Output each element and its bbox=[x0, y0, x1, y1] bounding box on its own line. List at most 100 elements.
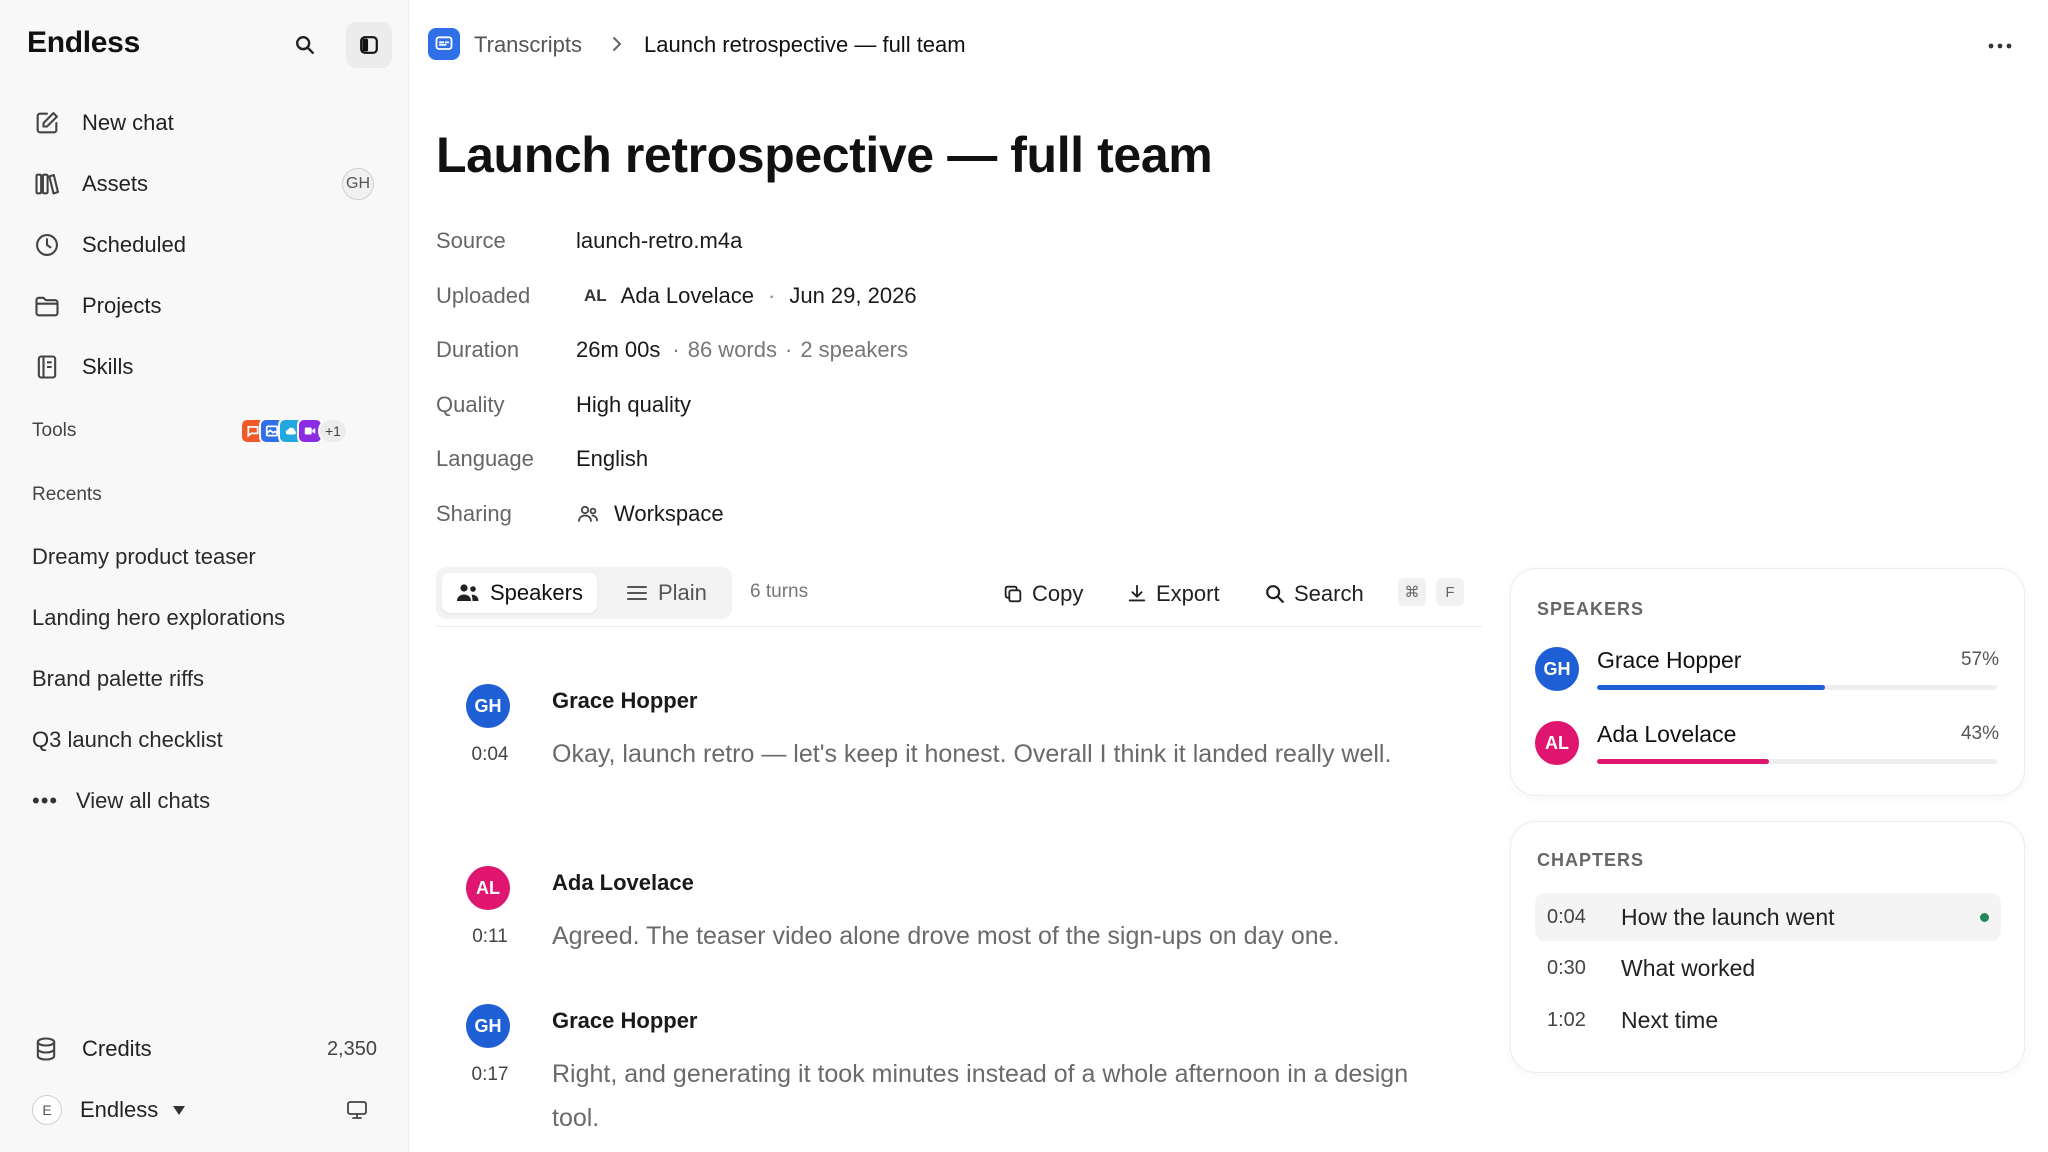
credits-label: Credits bbox=[82, 1036, 152, 1061]
transcript-metadata: Source launch-retro.m4a Uploaded AL Ada … bbox=[436, 214, 917, 541]
active-chapter-indicator bbox=[1980, 912, 1989, 922]
copy-button[interactable]: Copy bbox=[1002, 577, 1083, 611]
upload-date: Jun 29, 2026 bbox=[789, 282, 917, 308]
tab-speakers[interactable]: Speakers bbox=[442, 573, 597, 613]
sidebar-item-label: Assets bbox=[82, 170, 149, 196]
sidebar: Endless New chat Assets GH Scheduled Pro… bbox=[0, 0, 409, 1152]
turn-timestamp[interactable]: 0:17 bbox=[468, 1064, 512, 1086]
dot-separator: · bbox=[768, 282, 776, 308]
sidebar-item-projects[interactable]: Projects bbox=[18, 275, 390, 336]
credits-row[interactable]: Credits 2,350 bbox=[32, 1027, 377, 1071]
menu-lines-icon bbox=[627, 586, 647, 600]
workspace-switcher[interactable]: E Endless bbox=[32, 1088, 377, 1132]
dot-separator: · bbox=[672, 337, 680, 363]
workspace-avatar: E bbox=[32, 1095, 62, 1125]
chapter-time: 0:04 bbox=[1547, 905, 1586, 928]
tab-plain[interactable]: Plain bbox=[612, 573, 721, 613]
speaker-name: Grace Hopper bbox=[552, 1008, 698, 1033]
speaker-percent: 57% bbox=[1960, 649, 1999, 670]
dot-separator: · bbox=[785, 337, 793, 363]
ellipsis-icon: ••• bbox=[32, 787, 59, 813]
speaker-row[interactable]: GH Grace Hopper 57% bbox=[1535, 647, 1999, 699]
turn-text: Right, and generating it took minutes in… bbox=[552, 1060, 1409, 1132]
people-icon bbox=[578, 505, 598, 522]
chapter-item[interactable]: 1:02 Next time bbox=[1535, 996, 2001, 1044]
turn-timestamp[interactable]: 0:11 bbox=[468, 926, 512, 948]
search-icon bbox=[1266, 585, 1284, 603]
search-label: Search bbox=[1294, 581, 1364, 606]
more-options-button[interactable] bbox=[1982, 28, 2018, 64]
speaker-name: Grace Hopper bbox=[1597, 647, 1742, 673]
copy-icon bbox=[1004, 585, 1022, 603]
speaker-avatar: AL bbox=[1535, 721, 1579, 765]
speaker-name: Ada Lovelace bbox=[1597, 721, 1737, 747]
breadcrumb-current: Launch retrospective — full team bbox=[644, 32, 966, 57]
meta-key: Language bbox=[436, 446, 534, 472]
search-transcript-button[interactable]: Search bbox=[1264, 577, 1364, 611]
top-bar: Transcripts Launch retrospective — full … bbox=[410, 0, 2048, 88]
tools-more-count: +1 bbox=[318, 418, 348, 444]
brand-logo: Endless bbox=[27, 26, 140, 59]
search-button[interactable] bbox=[282, 22, 328, 68]
sidebar-item-new-chat[interactable]: New chat bbox=[18, 92, 390, 153]
recent-chat-item[interactable]: Q3 launch checklist bbox=[32, 709, 382, 770]
transcript-toolbar: Speakers Plain 6 turns Copy Export Searc… bbox=[436, 567, 1482, 627]
chapter-item[interactable]: 0:04 How the launch went bbox=[1535, 893, 2001, 941]
tab-label: Plain bbox=[658, 580, 707, 605]
sidebar-item-skills[interactable]: Skills bbox=[18, 336, 390, 397]
skills-icon bbox=[32, 352, 62, 382]
recent-chat-item[interactable]: Landing hero explorations bbox=[32, 587, 382, 648]
shortcut-cmd-key: ⌘ bbox=[1398, 578, 1426, 606]
chapter-item[interactable]: 0:30 What worked bbox=[1535, 944, 2001, 992]
speakers-icon bbox=[457, 584, 479, 601]
sidebar-item-assets[interactable]: Assets GH bbox=[18, 153, 390, 214]
chevron-right-icon bbox=[610, 32, 630, 56]
search-icon bbox=[296, 36, 314, 54]
word-count: 86 words bbox=[687, 337, 777, 363]
uploader-initials: AL bbox=[584, 285, 607, 305]
recent-chat-item[interactable]: Brand palette riffs bbox=[32, 648, 382, 709]
export-button[interactable]: Export bbox=[1126, 577, 1220, 611]
meta-key: Sharing bbox=[436, 500, 512, 526]
sharing-value[interactable]: Workspace bbox=[576, 501, 724, 527]
transcripts-app-icon[interactable] bbox=[428, 28, 460, 60]
sidebar-item-label: New chat bbox=[82, 109, 174, 135]
speaker-name: Grace Hopper bbox=[552, 688, 698, 713]
main-content: Transcripts Launch retrospective — full … bbox=[410, 0, 2048, 1152]
tools-stack[interactable]: +1 bbox=[240, 418, 348, 446]
turn-timestamp[interactable]: 0:04 bbox=[468, 744, 512, 766]
chapter-title: Next time bbox=[1621, 1006, 1719, 1033]
new-chat-icon bbox=[32, 108, 62, 138]
duration-value: 26m 00s bbox=[576, 337, 661, 363]
speaker-avatar: GH bbox=[1535, 647, 1579, 691]
copy-label: Copy bbox=[1032, 581, 1084, 606]
speaker-count: 2 speakers bbox=[800, 337, 908, 363]
credits-icon bbox=[32, 1035, 62, 1063]
view-all-chats-link[interactable]: ••• View all chats bbox=[32, 770, 382, 831]
tools-label: Tools bbox=[32, 420, 77, 441]
recent-chat-item[interactable]: Dreamy product teaser bbox=[32, 526, 382, 587]
speakers-card: SPEAKERS GH Grace Hopper 57% AL Ada Love… bbox=[1510, 568, 2025, 796]
assets-icon bbox=[32, 169, 62, 199]
monitor-icon[interactable] bbox=[345, 1098, 369, 1122]
shortcut-f-key: F bbox=[1436, 578, 1464, 606]
toggle-sidebar-button[interactable] bbox=[346, 22, 392, 68]
speaker-percent: 43% bbox=[1960, 723, 1999, 744]
chapter-title: What worked bbox=[1621, 954, 1756, 981]
chapter-time: 1:02 bbox=[1547, 1008, 1586, 1031]
meta-source-row: Source launch-retro.m4a bbox=[436, 214, 917, 269]
speaker-row[interactable]: AL Ada Lovelace 43% bbox=[1535, 721, 1999, 773]
speaker-share-fill bbox=[1597, 759, 1769, 764]
view-mode-toggle: Speakers Plain bbox=[436, 567, 732, 619]
meta-key: Quality bbox=[436, 391, 505, 417]
meta-sharing-row: Sharing Workspace bbox=[436, 487, 917, 542]
quality-value: High quality bbox=[576, 391, 691, 417]
breadcrumb-transcripts[interactable]: Transcripts bbox=[474, 32, 582, 58]
speaker-share-fill bbox=[1597, 685, 1825, 690]
sidebar-item-scheduled[interactable]: Scheduled bbox=[18, 214, 390, 275]
chapters-card: CHAPTERS 0:04 How the launch went 0:30 W… bbox=[1510, 821, 2025, 1073]
speaker-avatar: GH bbox=[466, 1004, 510, 1048]
speaker-avatar: AL bbox=[466, 866, 510, 910]
source-file: launch-retro.m4a bbox=[576, 228, 743, 254]
speaker-name: Ada Lovelace bbox=[552, 870, 694, 895]
